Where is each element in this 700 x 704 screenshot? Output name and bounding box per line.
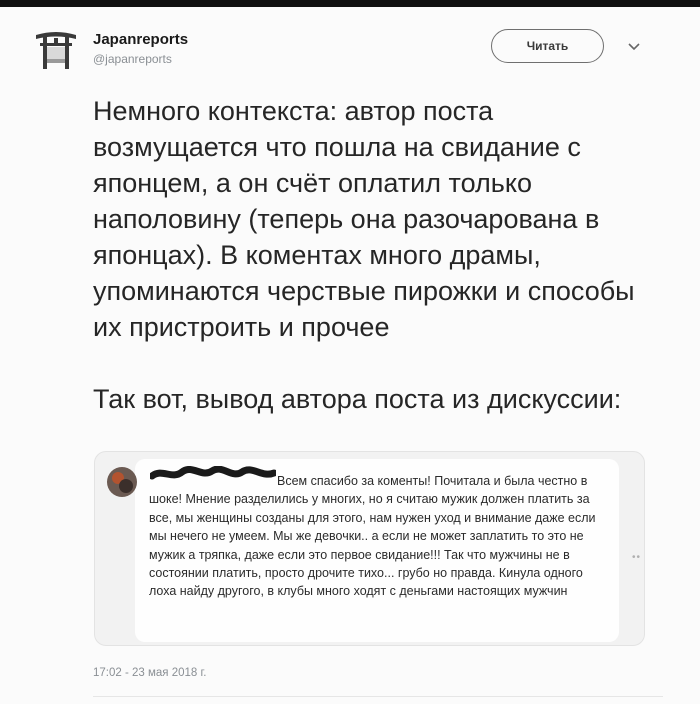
account-name[interactable]: Japanreports <box>93 31 188 48</box>
divider <box>93 696 663 697</box>
tweet-timestamp[interactable]: 17:02 - 23 мая 2018 г. <box>93 667 206 679</box>
more-dots-icon: •• <box>632 552 642 563</box>
avatar-torii-icon[interactable] <box>33 25 79 71</box>
tweet-text: Немного контекста: автор поста возмущает… <box>93 93 653 417</box>
quoted-comment-text: Всем спасибо за коменты! Почитала и была… <box>149 474 596 599</box>
follow-button[interactable]: Читать <box>491 29 604 63</box>
commenter-avatar <box>106 466 138 498</box>
tweet-paragraph-1: Немного контекста: автор поста возмущает… <box>93 96 635 342</box>
chevron-down-icon[interactable] <box>626 40 642 52</box>
window-top-bar <box>0 0 700 7</box>
tweet-paragraph-2: Так вот, вывод автора поста из дискуссии… <box>93 384 622 414</box>
account-handle[interactable]: @japanreports <box>93 52 172 66</box>
